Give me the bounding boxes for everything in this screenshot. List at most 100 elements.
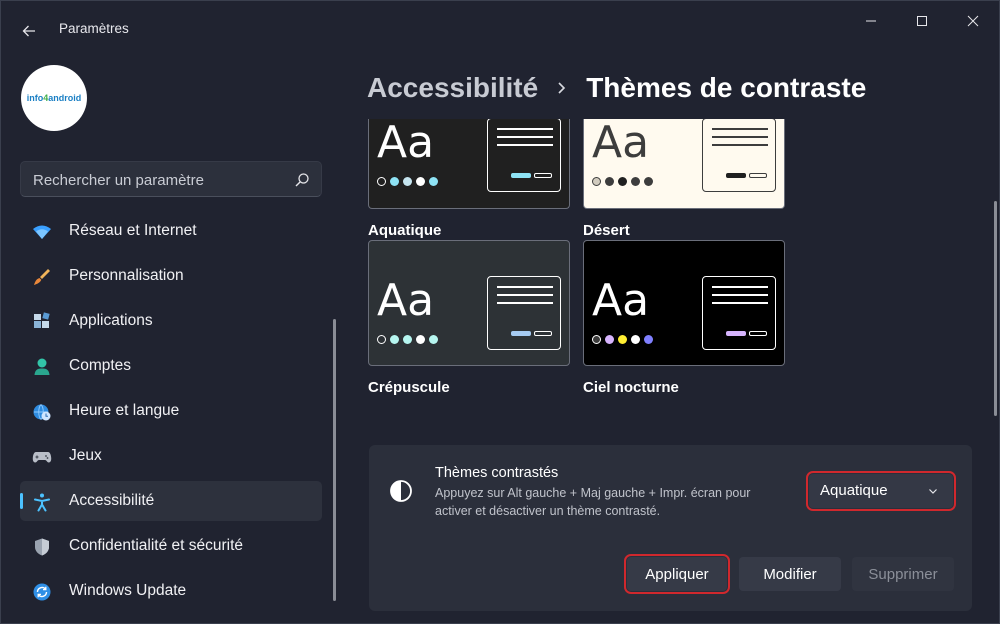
preview-line (712, 294, 768, 296)
theme-name: Désert (583, 222, 630, 239)
theme-color-dot (390, 335, 399, 344)
preview-secondary-button (749, 331, 767, 336)
theme-color-dot (416, 177, 425, 186)
theme-preview: Aa (368, 240, 570, 366)
theme-window-preview (702, 119, 776, 192)
accessibility-icon (34, 493, 50, 512)
page-title: Thèmes de contraste (586, 72, 867, 103)
sidebar-item-accounts[interactable]: Comptes (20, 346, 322, 386)
sidebar-scrollbar[interactable] (333, 319, 336, 601)
sidebar-item-time-language[interactable]: Heure et langue (20, 391, 322, 431)
preview-primary-button (511, 173, 531, 178)
preview-primary-button (511, 331, 531, 336)
preview-line (497, 294, 553, 296)
globe-clock-icon (33, 404, 51, 421)
sidebar-item-label: Personnalisation (69, 267, 184, 284)
preview-secondary-button (534, 173, 552, 178)
sidebar-item-windows-update[interactable]: Windows Update (20, 571, 322, 611)
theme-name: Aquatique (368, 222, 442, 239)
panel-title: Thèmes contrastés (435, 465, 559, 481)
preview-secondary-button (534, 331, 552, 336)
theme-name: Ciel nocturne (583, 379, 679, 396)
preview-line (712, 144, 768, 146)
theme-preview: Aa (583, 240, 785, 366)
preview-line (497, 286, 553, 288)
theme-sample-text: Aa (592, 275, 650, 326)
maximize-icon (917, 16, 927, 26)
apply-button[interactable]: Appliquer (624, 554, 730, 594)
theme-select[interactable]: Aquatique (806, 471, 956, 511)
search-icon[interactable] (293, 171, 311, 189)
modify-button[interactable]: Modifier (739, 557, 841, 591)
sidebar-item-label: Applications (69, 312, 153, 329)
preview-line (497, 302, 553, 304)
sidebar-item-label: Confidentialité et sécurité (69, 537, 244, 554)
chevron-right-icon (558, 82, 566, 94)
sidebar-item-label: Heure et langue (69, 402, 180, 419)
theme-sample-text: Aa (377, 119, 435, 168)
update-icon (33, 583, 51, 601)
theme-color-dot (416, 335, 425, 344)
sidebar-item-label: Accessibilité (69, 492, 155, 509)
sidebar-item-network[interactable]: Réseau et Internet (20, 211, 322, 251)
theme-card-crepuscule[interactable]: Aa Crépuscule (368, 240, 570, 400)
theme-color-dot (605, 177, 614, 186)
theme-card-ciel-nocturne[interactable]: Aa Ciel nocturne (583, 240, 785, 400)
sidebar-nav: Réseau et Internet Personnalisation Appl… (20, 211, 322, 616)
gamepad-icon (32, 452, 52, 463)
theme-color-dot (644, 335, 653, 344)
search-box[interactable]: Rechercher un paramètre (20, 161, 322, 197)
person-icon (34, 358, 50, 375)
profile-logo: info4android (26, 93, 82, 103)
minimize-button[interactable] (849, 7, 893, 35)
preview-line (712, 302, 768, 304)
theme-window-preview (487, 119, 561, 192)
theme-window-preview (702, 276, 776, 350)
avatar[interactable]: info4android (21, 65, 87, 131)
theme-color-dot (403, 335, 412, 344)
theme-color-dot (618, 177, 627, 186)
theme-card-aquatique[interactable]: Aa Aquatique (368, 119, 570, 245)
theme-sample-text: Aa (377, 275, 435, 326)
sidebar-item-personalization[interactable]: Personnalisation (20, 256, 322, 296)
brush-icon (34, 269, 50, 285)
back-button[interactable] (15, 17, 43, 45)
search-input[interactable]: Rechercher un paramètre (33, 172, 204, 189)
delete-button[interactable]: Supprimer (852, 557, 954, 591)
theme-color-dot (390, 177, 399, 186)
theme-color-dot (631, 177, 640, 186)
main-scrollbar[interactable] (994, 201, 997, 416)
maximize-button[interactable] (900, 7, 944, 35)
theme-window-preview (487, 276, 561, 350)
sidebar-item-apps[interactable]: Applications (20, 301, 322, 341)
panel-description: Appuyez sur Alt gauche + Maj gauche + Im… (435, 486, 751, 518)
breadcrumb: Accessibilité Thèmes de contraste (367, 71, 866, 105)
theme-color-dots (592, 335, 653, 344)
theme-color-dot (429, 177, 438, 186)
sidebar-item-gaming[interactable]: Jeux (20, 436, 322, 476)
theme-color-dot (592, 335, 601, 344)
preview-line (497, 144, 553, 146)
wifi-icon (33, 225, 51, 239)
preview-line (497, 136, 553, 138)
theme-preview: Aa (368, 119, 570, 209)
theme-color-dot (644, 177, 653, 186)
theme-color-dots (377, 335, 438, 344)
theme-color-dot (631, 335, 640, 344)
app-title: Paramètres (59, 21, 129, 36)
close-button[interactable] (951, 7, 995, 35)
theme-preview-content: Aa (584, 241, 784, 365)
theme-color-dot (377, 335, 386, 344)
breadcrumb-parent[interactable]: Accessibilité (367, 72, 538, 104)
arrow-left-icon (22, 25, 35, 37)
sidebar-item-label: Réseau et Internet (69, 222, 197, 239)
title-bar: Paramètres (1, 1, 1000, 57)
theme-color-dots (592, 177, 653, 186)
sidebar-item-accessibility[interactable]: Accessibilité (20, 481, 322, 521)
theme-sample-text: Aa (592, 119, 650, 168)
theme-name: Crépuscule (368, 379, 450, 396)
theme-preview-content: Aa (369, 241, 569, 365)
sidebar-item-privacy[interactable]: Confidentialité et sécurité (20, 526, 322, 566)
theme-card-desert[interactable]: Aa Désert (583, 119, 785, 245)
preview-line (712, 286, 768, 288)
